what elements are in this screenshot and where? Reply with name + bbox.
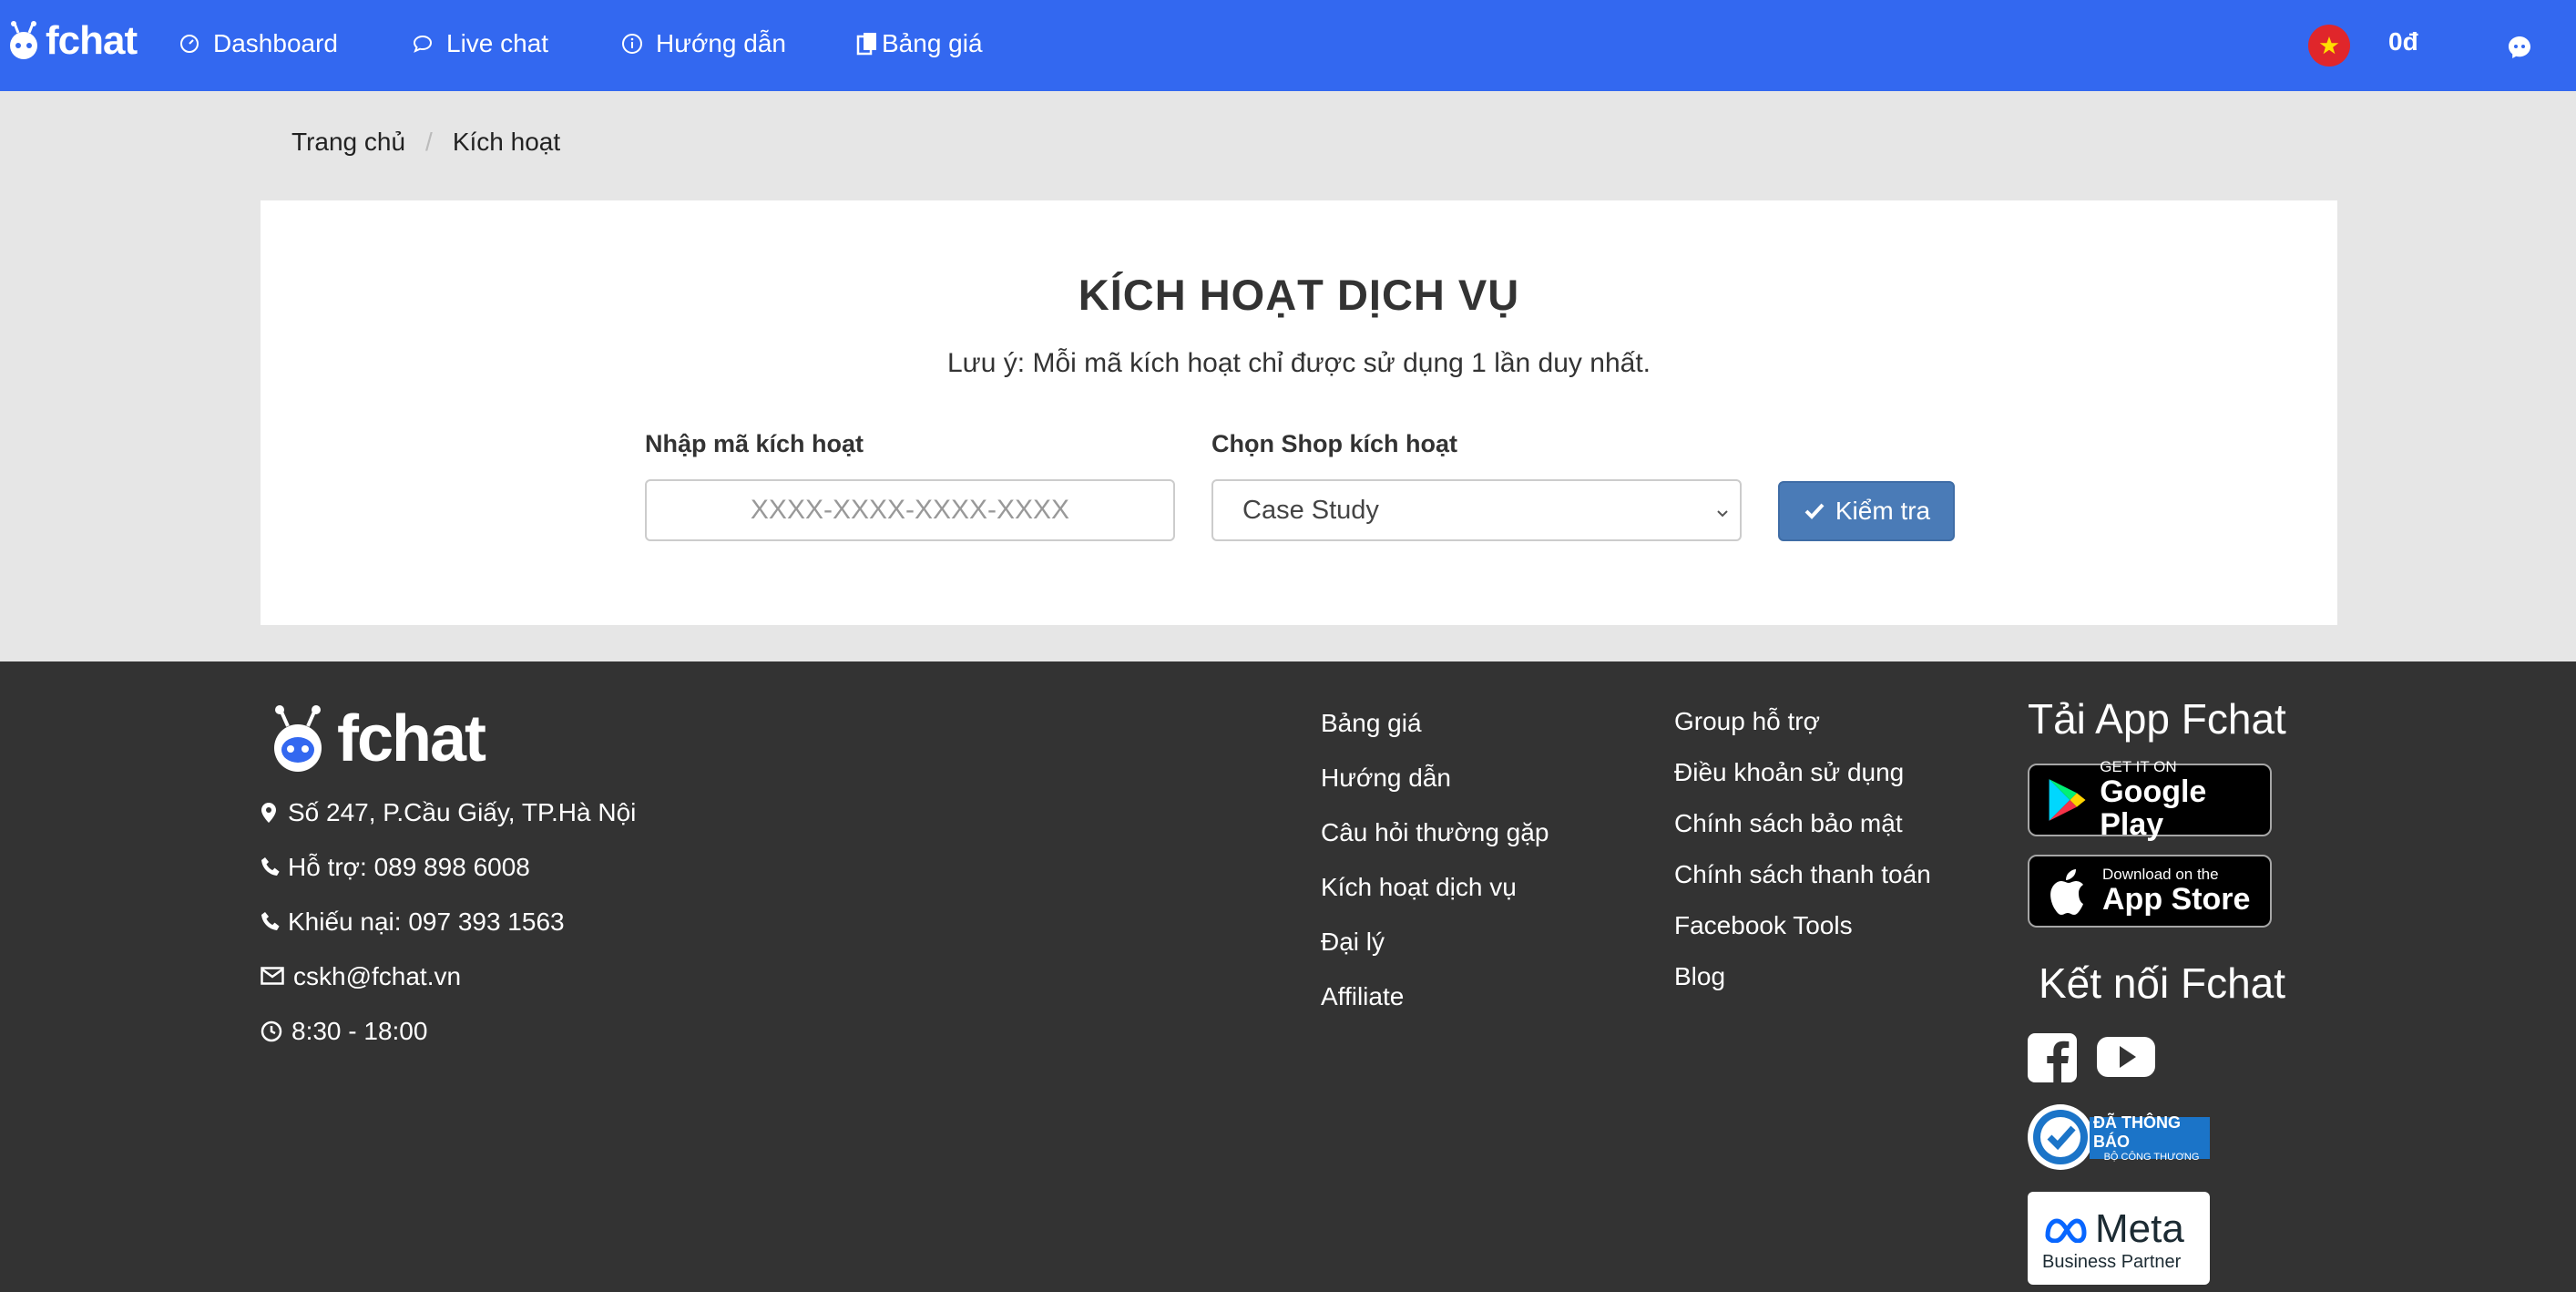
- copy-icon: [856, 33, 878, 56]
- activation-code-input[interactable]: [645, 479, 1175, 541]
- footer-link-privacy[interactable]: Chính sách bảo mật: [1674, 809, 1903, 838]
- breadcrumb-separator: /: [425, 128, 433, 156]
- bct-badge-line2: BỘ CÔNG THƯƠNG: [2103, 1152, 2200, 1163]
- contact-hours-text: 8:30 - 18:00: [291, 1017, 428, 1045]
- contact-complaint-phone-text: Khiếu nại: 097 393 1563: [288, 907, 565, 936]
- google-play-icon: [2049, 779, 2086, 821]
- clock-icon: [261, 1020, 284, 1042]
- nav-huong-dan-label: Hướng dẫn: [656, 29, 786, 57]
- messenger-icon[interactable]: [2507, 35, 2532, 60]
- activation-note: Lưu ý: Mỗi mã kích hoạt chỉ được sử dụng…: [947, 348, 1651, 378]
- google-play-small-text: GET IT ON: [2100, 758, 2177, 775]
- chat-bubble-icon: [412, 33, 434, 55]
- contact-support-phone: Hỗ trợ: 089 898 6008: [261, 853, 530, 882]
- footer-link-bang-gia[interactable]: Bảng giá: [1321, 709, 1422, 738]
- footer-link-support-group[interactable]: Group hỗ trợ: [1674, 707, 1820, 736]
- page-title: KÍCH HOẠT DỊCH VỤ: [1078, 271, 1520, 319]
- contact-email-text: cskh@fchat.vn: [293, 962, 462, 990]
- check-button[interactable]: Kiểm tra: [1778, 481, 1955, 541]
- contact-support-phone-text: Hỗ trợ: 089 898 6008: [288, 853, 530, 881]
- info-icon: [621, 33, 643, 55]
- footer-brand-logo[interactable]: fchat: [264, 702, 486, 776]
- meta-infinity-icon: [2045, 1218, 2087, 1243]
- gauge-icon: [179, 33, 200, 55]
- map-marker-icon: [261, 802, 281, 824]
- app-download-heading: Tải App Fchat: [2028, 695, 2286, 743]
- contact-address: Số 247, P.Cầu Giấy, TP.Hà Nội: [261, 798, 636, 827]
- footer-brand-name: fchat: [337, 702, 486, 775]
- footer-link-faq[interactable]: Câu hỏi thường gặp: [1321, 818, 1549, 847]
- shop-select-value: Case Study: [1242, 495, 1379, 525]
- connect-heading: Kết nối Fchat: [2039, 959, 2286, 1007]
- bct-registered-badge[interactable]: ĐÃ THÔNG BÁO BỘ CÔNG THƯƠNG: [2026, 1102, 2212, 1172]
- nav-bang-gia[interactable]: Bảng giá: [856, 26, 983, 62]
- activation-card: KÍCH HOẠT DỊCH VỤ Lưu ý: Mỗi mã kích hoạ…: [261, 200, 2337, 625]
- nav-dashboard-label: Dashboard: [213, 29, 338, 57]
- nav-dashboard[interactable]: Dashboard: [179, 26, 338, 62]
- contact-address-text: Số 247, P.Cầu Giấy, TP.Hà Nội: [288, 798, 637, 826]
- contact-complaint-phone: Khiếu nại: 097 393 1563: [261, 907, 565, 937]
- footer-link-payment-policy[interactable]: Chính sách thanh toán: [1674, 860, 1931, 889]
- footer-link-dai-ly[interactable]: Đại lý: [1321, 928, 1385, 957]
- phone-icon: [261, 911, 281, 933]
- footer-link-terms[interactable]: Điều khoản sử dụng: [1674, 758, 1904, 787]
- app-store-big-text: App Store: [2102, 882, 2251, 917]
- shop-field-label: Chọn Shop kích hoạt: [1211, 430, 1457, 457]
- app-store-badge[interactable]: Download on the App Store: [2028, 855, 2272, 928]
- facebook-icon[interactable]: [2028, 1033, 2077, 1082]
- account-balance[interactable]: 0đ: [2388, 27, 2418, 56]
- brand-name: fchat: [46, 18, 138, 63]
- breadcrumb-current: Kích hoạt: [452, 128, 561, 156]
- app-store-small-text: Download on the: [2102, 866, 2219, 883]
- nav-huong-dan[interactable]: Hướng dẫn: [621, 26, 786, 62]
- breadcrumb-home[interactable]: Trang chủ: [291, 128, 405, 157]
- site-footer: fchat Số 247, P.Cầu Giấy, TP.Hà Nội Hỗ t…: [0, 661, 2576, 1292]
- footer-link-activate-service[interactable]: Kích hoạt dịch vụ: [1321, 873, 1517, 902]
- check-icon: [1803, 499, 1826, 523]
- apple-icon: [2050, 869, 2083, 915]
- code-field-label: Nhập mã kích hoạt: [645, 430, 864, 457]
- contact-email: cskh@fchat.vn: [261, 962, 461, 991]
- google-play-badge[interactable]: GET IT ON Google Play: [2028, 759, 2272, 841]
- footer-link-affiliate[interactable]: Affiliate: [1321, 982, 1404, 1011]
- meta-brand-text: Meta: [2095, 1206, 2184, 1251]
- chevron-down-icon: [1712, 501, 1733, 521]
- footer-link-huong-dan[interactable]: Hướng dẫn: [1321, 764, 1451, 793]
- youtube-icon[interactable]: [2097, 1033, 2155, 1082]
- google-play-big-text: Google Play: [2100, 774, 2207, 842]
- contact-hours: 8:30 - 18:00: [261, 1017, 427, 1046]
- shop-select[interactable]: Case Study: [1211, 479, 1742, 541]
- meta-business-partner-badge[interactable]: Meta Business Partner: [2028, 1192, 2210, 1285]
- brand-logo[interactable]: fchat: [5, 18, 138, 64]
- top-navbar: fchat Dashboard Live chat Hướng dẫn Bảng…: [0, 0, 2576, 91]
- nav-live-chat-label: Live chat: [446, 29, 549, 57]
- envelope-icon: [261, 966, 286, 988]
- phone-icon: [261, 856, 281, 878]
- robot-logo-icon: [274, 705, 322, 772]
- bct-badge-line1: ĐÃ THÔNG BÁO: [2093, 1113, 2181, 1151]
- footer-link-blog[interactable]: Blog: [1674, 962, 1725, 991]
- vietnam-flag-icon[interactable]: [2308, 25, 2350, 67]
- robot-logo-icon: [10, 21, 37, 59]
- nav-bang-gia-label: Bảng giá: [882, 29, 983, 57]
- meta-partner-text: Business Partner: [2042, 1252, 2182, 1272]
- breadcrumb: Trang chủ / Kích hoạt: [291, 128, 560, 157]
- check-button-label: Kiểm tra: [1835, 497, 1931, 525]
- footer-link-facebook-tools[interactable]: Facebook Tools: [1674, 911, 1853, 940]
- nav-live-chat[interactable]: Live chat: [412, 26, 548, 62]
